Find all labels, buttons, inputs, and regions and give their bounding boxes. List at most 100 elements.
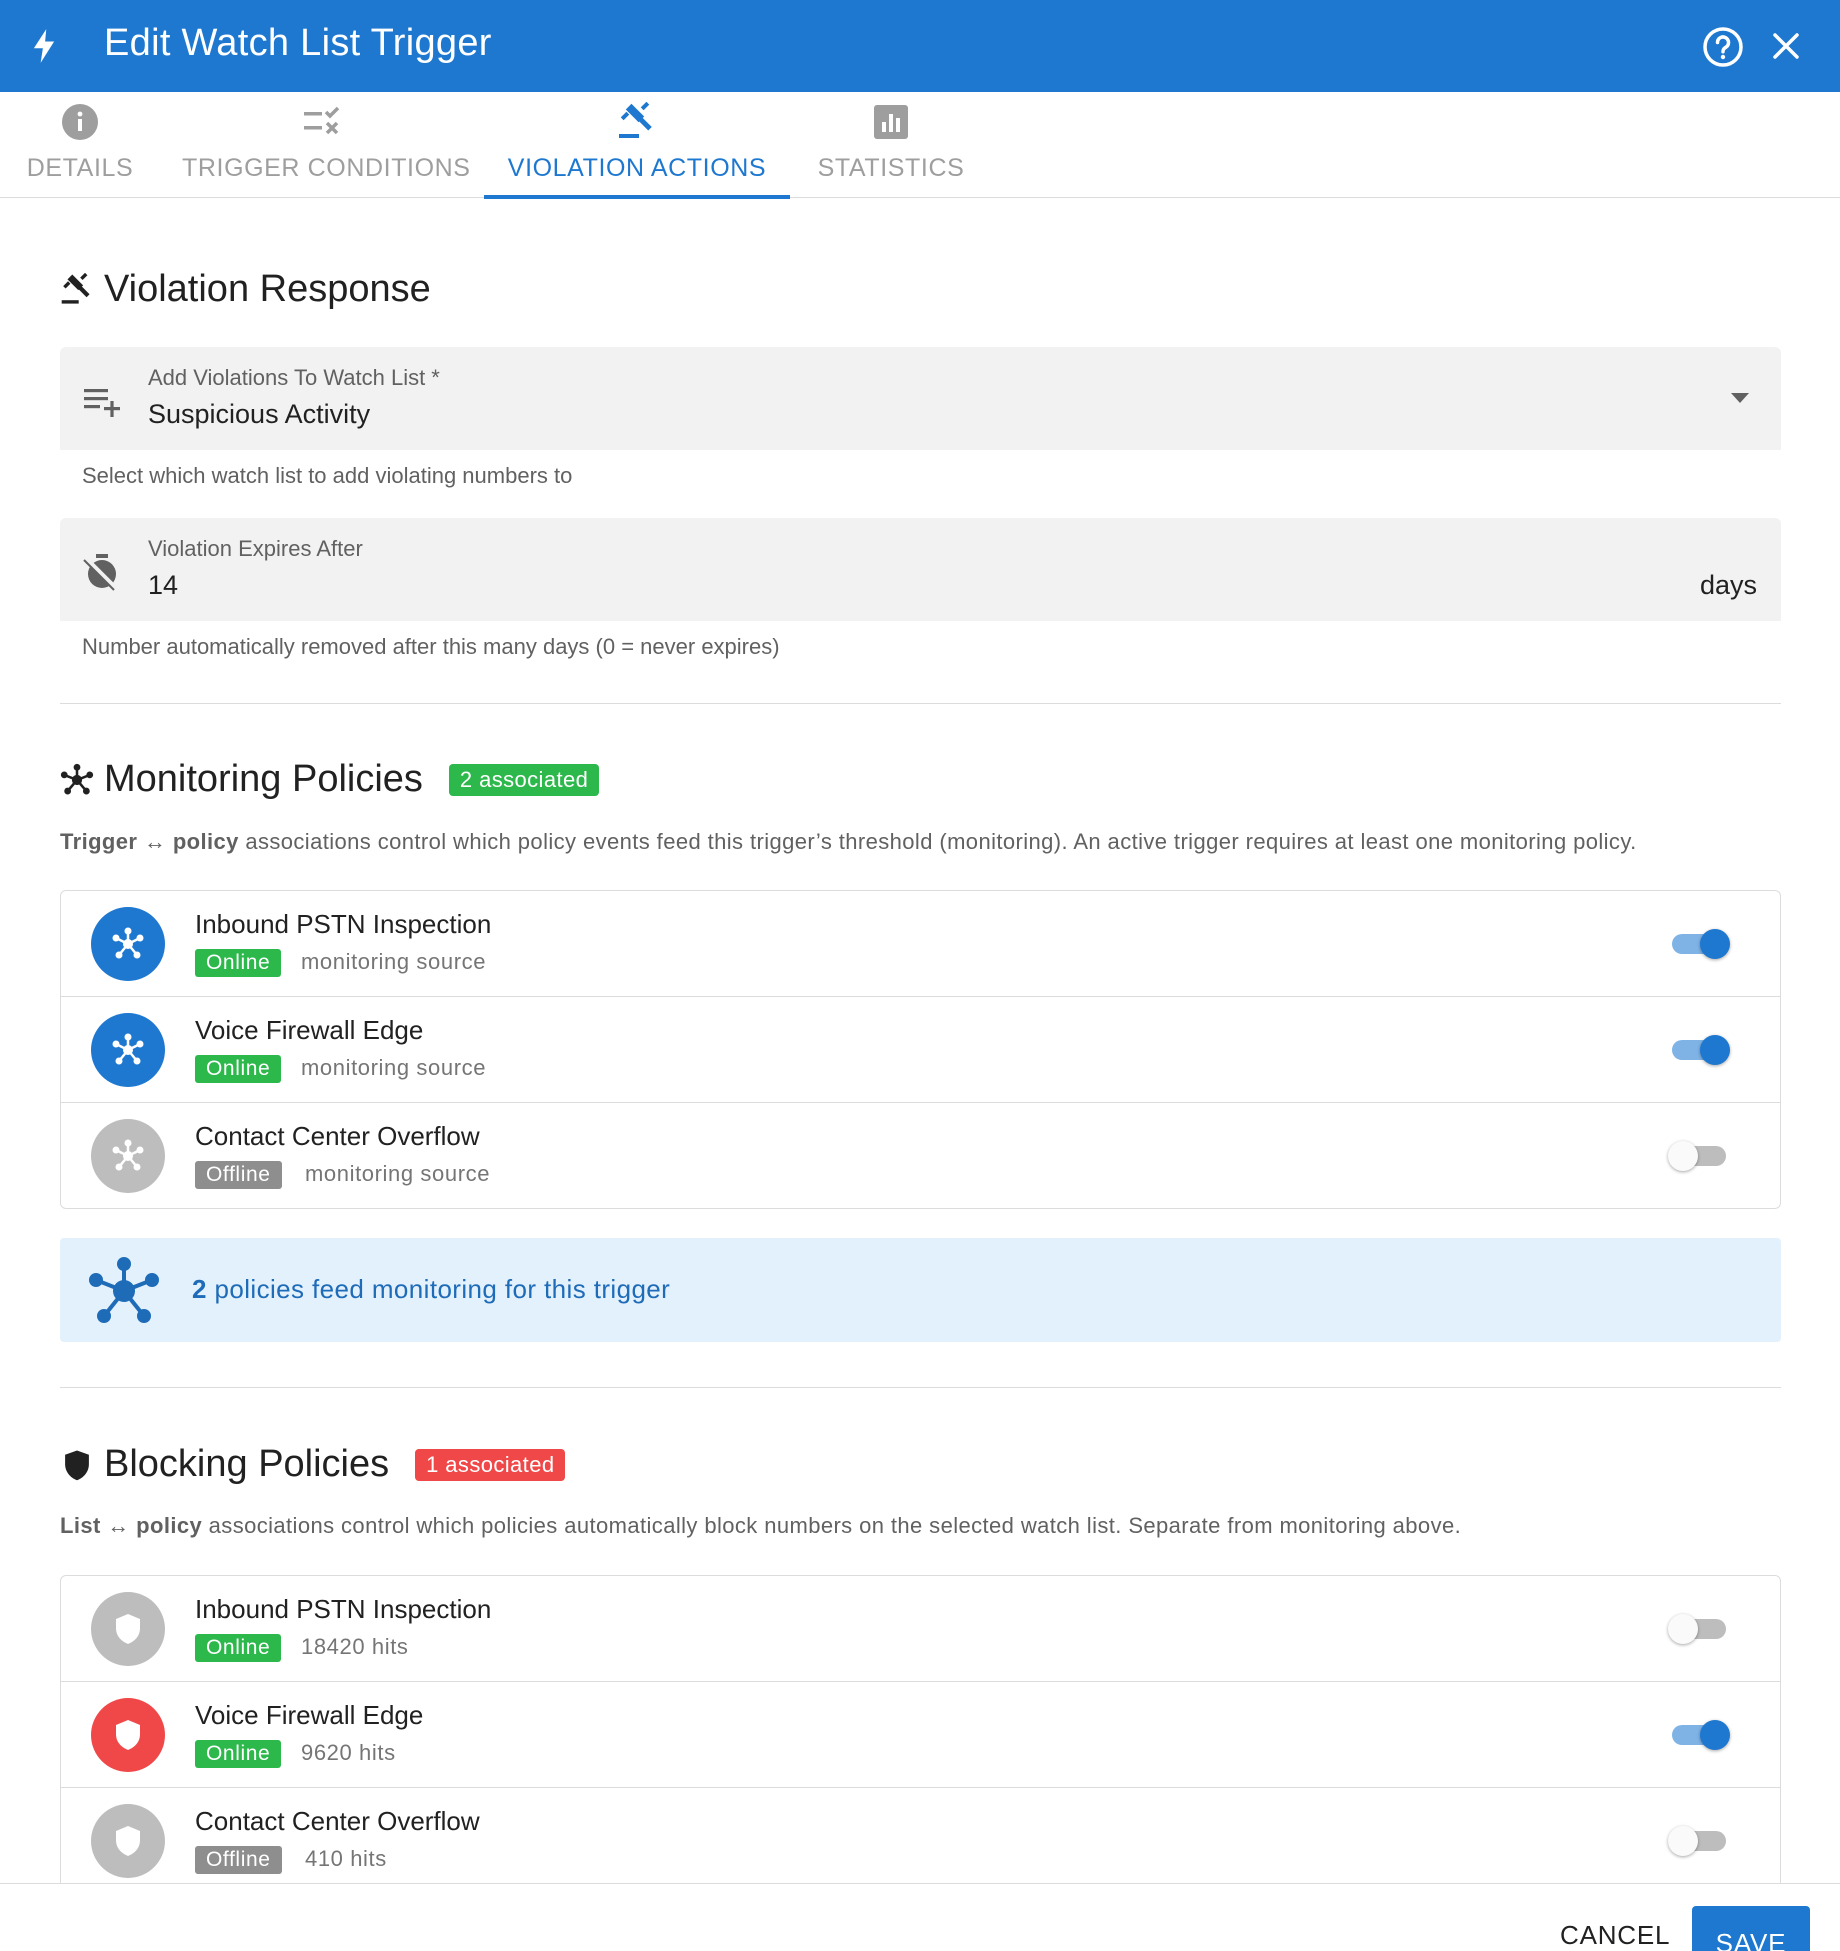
gavel-icon — [619, 102, 652, 138]
tab-label: STATISTICS — [817, 154, 965, 182]
playlist-add-icon — [84, 389, 120, 417]
avatar — [91, 907, 165, 981]
avatar — [91, 1698, 165, 1772]
list-item[interactable]: Contact Center Overflow Offline monitori… — [61, 1103, 1780, 1208]
dialog-title: Edit Watch List Trigger — [104, 22, 492, 64]
desc-bold: Trigger — [60, 829, 138, 854]
list-item[interactable]: Inbound PSTN Inspection Online monitorin… — [61, 891, 1780, 997]
field-label: Add Violations To Watch List * — [148, 365, 440, 390]
desc-text: associations control which policies auto… — [208, 1513, 1462, 1538]
shield-icon — [116, 1614, 140, 1644]
active-tab-indicator — [484, 195, 790, 199]
desc-text: associations control which policy events… — [245, 829, 1637, 854]
status-badge: Online — [195, 1634, 282, 1662]
blocking-policies-heading: Blocking Policies 1 associated — [60, 1443, 566, 1486]
expires-help: Number automatically removed after this … — [82, 634, 780, 659]
watch-list-select[interactable]: Add Violations To Watch List * Suspiciou… — [60, 347, 1781, 450]
shield-icon — [65, 1450, 89, 1480]
status-badge: Online — [195, 1055, 282, 1083]
dropdown-caret-icon[interactable] — [1731, 393, 1749, 403]
hub-icon — [60, 763, 94, 794]
policy-hits: 9620 hits — [301, 1740, 396, 1765]
policy-name: Voice Firewall Edge — [195, 1700, 424, 1730]
blocking-toggle[interactable] — [1668, 1720, 1730, 1750]
policy-subtext: monitoring source — [301, 1055, 487, 1080]
policy-name: Contact Center Overflow — [195, 1806, 480, 1836]
policy-name: Voice Firewall Edge — [195, 1015, 424, 1045]
tab-details[interactable]: DETAILS — [0, 92, 160, 198]
info-icon — [62, 104, 98, 140]
policy-hits: 18420 hits — [301, 1634, 409, 1659]
list-item[interactable]: Voice Firewall Edge Online monitoring so… — [61, 997, 1780, 1103]
status-badge: Offline — [195, 1161, 282, 1189]
tab-label: DETAILS — [26, 154, 134, 182]
policy-name: Inbound PSTN Inspection — [195, 1594, 492, 1624]
tab-violation-actions[interactable]: VIOLATION ACTIONS — [484, 92, 790, 199]
associated-count-badge: 2 associated — [448, 763, 600, 796]
hub-icon — [112, 1139, 144, 1171]
policy-subtext: monitoring source — [301, 949, 487, 974]
summary-count: 2 — [192, 1274, 207, 1304]
list-item[interactable]: Voice Firewall Edge Online 9620 hits — [61, 1682, 1780, 1788]
blocking-toggle[interactable] — [1668, 1826, 1730, 1856]
policy-name: Inbound PSTN Inspection — [195, 909, 492, 939]
blocking-toggle[interactable] — [1668, 1614, 1730, 1644]
list-item[interactable]: Contact Center Overflow Offline 410 hits — [61, 1788, 1780, 1894]
shield-icon — [116, 1720, 140, 1750]
field-value: 14 — [148, 570, 179, 600]
rule-icon — [304, 106, 340, 135]
tab-trigger-conditions[interactable]: TRIGGER CONDITIONS — [182, 92, 471, 198]
field-label: Violation Expires After — [148, 536, 363, 561]
monitoring-summary-banner: 2 policies feed monitoring for this trig… — [60, 1238, 1781, 1342]
desc-bold: policy — [172, 829, 239, 854]
status-badge: Offline — [195, 1846, 282, 1874]
cancel-button[interactable]: CANCEL — [1560, 1920, 1670, 1951]
avatar — [91, 1013, 165, 1087]
policy-hits: 410 hits — [305, 1846, 387, 1871]
hub-icon — [112, 1033, 144, 1065]
policy-subtext: monitoring source — [305, 1161, 491, 1186]
tab-bar: DETAILS TRIGGER CONDITIONS VIOLATION ACT… — [0, 92, 1840, 199]
avatar — [91, 1804, 165, 1878]
section-divider — [60, 1387, 1781, 1388]
list-item[interactable]: Inbound PSTN Inspection Online 18420 hit… — [61, 1576, 1780, 1682]
avatar — [91, 1119, 165, 1193]
dialog-header: Edit Watch List Trigger — [0, 0, 1840, 92]
hub-icon — [89, 1257, 159, 1323]
help-circle-icon[interactable] — [1702, 26, 1744, 68]
section-title: Blocking Policies — [104, 1443, 390, 1485]
monitoring-toggle[interactable] — [1668, 1141, 1730, 1171]
monitoring-description: Trigger ↔ policy associations control wh… — [60, 829, 1637, 855]
desc-arrow: ↔ — [107, 1513, 130, 1538]
status-badge: Online — [195, 1740, 282, 1768]
desc-arrow: ↔ — [143, 829, 167, 854]
shield-icon — [116, 1826, 140, 1856]
monitoring-toggle[interactable] — [1668, 1035, 1730, 1065]
section-title: Monitoring Policies — [104, 758, 423, 800]
avatar — [91, 1592, 165, 1666]
violation-response-heading: Violation Response — [60, 268, 431, 311]
field-suffix: days — [1699, 570, 1757, 600]
associated-count-badge: 1 associated — [415, 1448, 566, 1481]
desc-bold: policy — [136, 1513, 203, 1538]
desc-bold: List — [60, 1513, 101, 1538]
policy-name: Contact Center Overflow — [195, 1121, 480, 1151]
section-divider — [60, 703, 1781, 704]
monitoring-policy-list: Inbound PSTN Inspection Online monitorin… — [60, 890, 1781, 1209]
summary-text: policies feed monitoring for this trigge… — [214, 1274, 671, 1304]
monitoring-summary-text: 2 policies feed monitoring for this trig… — [192, 1274, 670, 1305]
bar-chart-icon — [874, 105, 908, 139]
section-title: Violation Response — [104, 268, 431, 310]
tab-statistics[interactable]: STATISTICS — [806, 92, 976, 198]
watch-list-help: Select which watch list to add violating… — [82, 463, 573, 488]
status-badge: Online — [195, 949, 282, 977]
monitoring-toggle[interactable] — [1668, 929, 1730, 959]
save-button[interactable]: SAVE — [1692, 1906, 1810, 1951]
field-value: Suspicious Activity — [148, 399, 371, 429]
gavel-icon — [61, 272, 90, 304]
close-icon[interactable] — [1768, 28, 1804, 64]
hub-icon — [112, 927, 144, 959]
tab-label: TRIGGER CONDITIONS — [182, 154, 471, 182]
blocking-description: List ↔ policy associations control which… — [60, 1513, 1461, 1539]
expires-after-input[interactable]: Violation Expires After 14 days — [60, 518, 1781, 621]
